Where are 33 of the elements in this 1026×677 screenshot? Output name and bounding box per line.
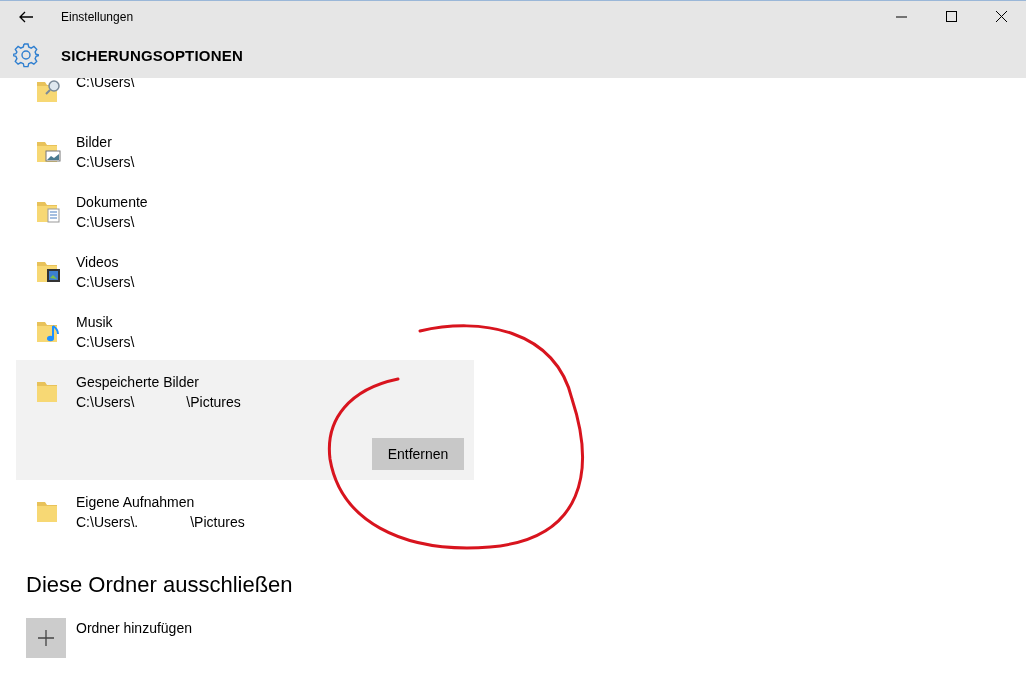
folder-item[interactable]: Eigene Aufnahmen C:\Users\. \Pictures — [16, 480, 474, 540]
settings-icon — [13, 42, 39, 68]
back-arrow-icon[interactable] — [19, 10, 33, 23]
folder-name: Bilder — [76, 133, 113, 152]
folder-path: C:\Users\ — [76, 273, 135, 292]
folder-item[interactable]: Dokumente C:\Users\ — [16, 180, 474, 240]
folder-name: Eigene Aufnahmen — [76, 493, 196, 512]
add-folder-button[interactable] — [26, 618, 66, 658]
folder-path: C:\Users\ — [76, 153, 135, 172]
folder-icon — [35, 78, 61, 104]
folder-item[interactable]: Bilder C:\Users\ — [16, 120, 474, 180]
folder-name: Gespeicherte Bilder — [76, 373, 200, 392]
remove-button[interactable]: Entfernen — [372, 438, 464, 470]
folder-path: C:\Users\ — [76, 333, 135, 352]
window-title: Einstellungen — [60, 9, 135, 24]
folder-path: \Pictures — [190, 513, 245, 532]
folder-name: Videos — [76, 253, 120, 272]
folder-name: Dokumente — [76, 193, 148, 212]
folder-path: C:\Users\ — [76, 393, 135, 412]
folder-item[interactable]: Gespeicherte Bilder C:\Users\ \Pictures Entfernen — [16, 360, 474, 480]
add-folder-label[interactable]: Ordner hinzufügen — [76, 620, 192, 636]
page-title: SICHERUNGSOPTIONEN — [61, 46, 243, 64]
maximize-icon[interactable] — [945, 11, 957, 22]
folder-path: C:\Users\. — [76, 513, 139, 532]
folder-name: Musik — [76, 313, 114, 332]
close-icon[interactable] — [995, 11, 1007, 22]
plus-icon — [38, 630, 54, 646]
folder-item[interactable]: Musik C:\Users\ — [16, 300, 474, 360]
minimize-icon[interactable] — [895, 15, 907, 18]
folder-path: C:\Users\ — [76, 213, 135, 232]
section-heading: Diese Ordner ausschließen — [26, 572, 293, 598]
folder-path: \Pictures — [186, 393, 241, 412]
folder-item[interactable]: Videos C:\Users\ — [16, 240, 474, 300]
